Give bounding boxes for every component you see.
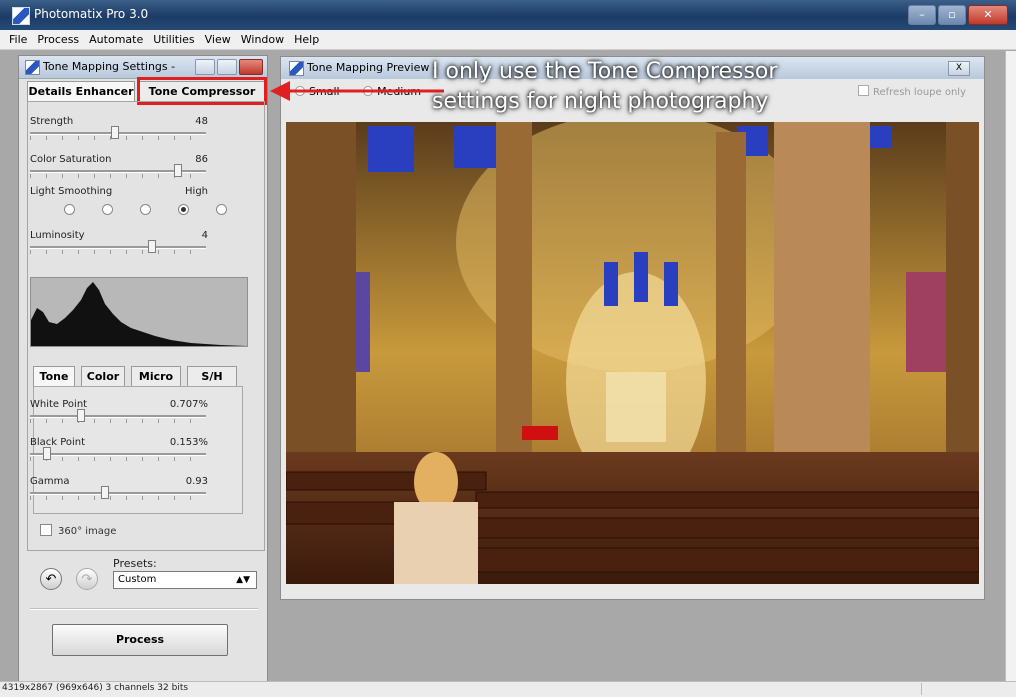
black-point-thumb[interactable] <box>43 447 52 460</box>
luminosity-thumb[interactable] <box>147 240 156 253</box>
status-cell <box>921 683 1006 695</box>
annotation-line-2: settings for night photography <box>432 89 769 114</box>
image-360-checkbox-box[interactable] <box>40 524 52 536</box>
black-point-value: 0.153% <box>169 437 208 448</box>
light-smoothing-radio-2[interactable] <box>102 204 113 215</box>
color-saturation-label: Color Saturation <box>30 154 112 165</box>
histogram-graph <box>31 282 247 346</box>
app-icon <box>12 7 30 25</box>
light-smoothing-radio-1[interactable] <box>64 204 75 215</box>
close-button[interactable]: ✕ <box>968 5 1008 25</box>
settings-window-icon <box>25 60 40 75</box>
gamma-label: Gamma <box>30 476 70 487</box>
status-bar: 4319x2867 (969x646) 3 channels 32 bits <box>0 681 1016 697</box>
menu-automate[interactable]: Automate <box>84 33 148 46</box>
light-smoothing-radio-4[interactable] <box>178 204 189 215</box>
status-text: 4319x2867 (969x646) 3 channels 32 bits <box>2 683 189 693</box>
strength-thumb[interactable] <box>110 126 119 139</box>
gamma-thumb[interactable] <box>100 486 109 499</box>
gamma-value: 0.93 <box>185 476 208 487</box>
menu-utilities[interactable]: Utilities <box>148 33 199 46</box>
process-button[interactable]: Process <box>52 624 228 656</box>
app-titlebar: Photomatix Pro 3.0 – ▫ ✕ <box>0 0 1016 30</box>
annotation-text: I only use the Tone Compressor settings … <box>432 57 872 123</box>
preview-image <box>286 122 979 584</box>
light-smoothing-radio-5[interactable] <box>216 204 227 215</box>
window-controls: – ▫ ✕ <box>908 5 1008 25</box>
menu-window[interactable]: Window <box>236 33 289 46</box>
menu-help[interactable]: Help <box>289 33 324 46</box>
color-saturation-value: 86 <box>195 154 208 165</box>
image-360-checkbox[interactable]: 360° image <box>40 524 116 537</box>
light-smoothing-label: Light Smoothing <box>30 186 113 197</box>
settings-title: Tone Mapping Settings - <box>43 60 176 73</box>
preview-title: Tone Mapping Preview - <box>307 61 437 74</box>
settings-close-button[interactable] <box>239 59 263 75</box>
subtab-color[interactable]: Color <box>81 366 125 386</box>
preview-close-button[interactable]: X <box>948 61 970 76</box>
presets-select-value: Custom <box>118 574 157 585</box>
settings-window-controls <box>195 59 263 75</box>
settings-titlebar[interactable]: Tone Mapping Settings - <box>19 56 267 79</box>
select-arrows-icon: ▲▼ <box>236 575 250 585</box>
white-point-value: 0.707% <box>169 399 208 410</box>
tone-subtabs: Tone Color Micro S/H <box>33 366 243 386</box>
presets-label: Presets: <box>113 557 157 570</box>
maximize-button[interactable]: ▫ <box>938 5 966 25</box>
presets-select[interactable]: Custom ▲▼ <box>113 571 257 589</box>
settings-minimize-button[interactable] <box>195 59 215 75</box>
image-360-label: 360° image <box>58 526 117 537</box>
strength-label: Strength <box>30 116 74 127</box>
annotation-arrow <box>270 81 444 101</box>
cathedral-photo <box>286 122 979 584</box>
strength-value: 48 <box>195 116 208 127</box>
menu-process[interactable]: Process <box>32 33 84 46</box>
light-smoothing-radio-3[interactable] <box>140 204 151 215</box>
app-title: Photomatix Pro 3.0 <box>34 7 149 21</box>
redo-icon[interactable]: ↷ <box>76 568 98 590</box>
right-scroll-edge[interactable] <box>1005 51 1016 681</box>
light-smoothing-high-label: High <box>185 186 208 197</box>
black-point-label: Black Point <box>30 437 86 448</box>
divider <box>30 608 258 610</box>
subtab-micro[interactable]: Micro <box>131 366 181 386</box>
refresh-loupe-checkbox[interactable]: Refresh loupe only <box>857 85 966 98</box>
histogram <box>30 277 248 347</box>
luminosity-value: 4 <box>201 230 208 241</box>
light-smoothing-radios <box>40 204 227 216</box>
settings-maximize-button[interactable] <box>217 59 237 75</box>
preview-window-icon <box>289 61 304 76</box>
menu-bar: File Process Automate Utilities View Win… <box>0 30 1016 50</box>
white-point-thumb[interactable] <box>77 409 86 422</box>
minimize-button[interactable]: – <box>908 5 936 25</box>
menu-view[interactable]: View <box>200 33 236 46</box>
luminosity-label: Luminosity <box>30 230 85 241</box>
annotation-line-1: I only use the Tone Compressor <box>432 59 778 84</box>
tab-details-enhancer[interactable]: Details Enhancer <box>27 81 135 101</box>
subtab-tone[interactable]: Tone <box>33 366 75 386</box>
color-saturation-thumb[interactable] <box>174 164 183 177</box>
menu-file[interactable]: File <box>4 33 32 46</box>
subtab-sh[interactable]: S/H <box>187 366 237 386</box>
undo-icon[interactable]: ↶ <box>40 568 62 590</box>
